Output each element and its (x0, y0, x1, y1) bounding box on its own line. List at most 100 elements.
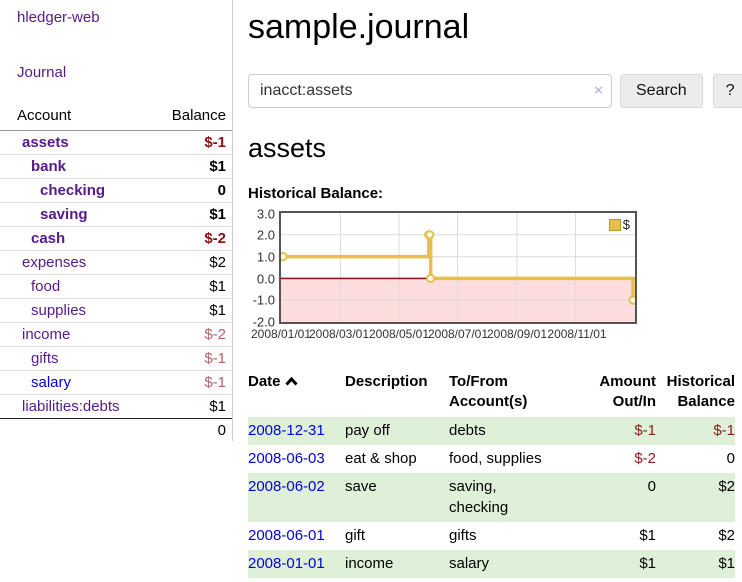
register-accounts: food, supplies (449, 445, 579, 473)
account-balance: $-2 (204, 230, 226, 247)
y-axis: 3.0 2.0 1.0 0.0 -1.0 -2.0 (248, 211, 275, 324)
account-link-food[interactable]: food (17, 278, 60, 295)
transaction-date-link[interactable]: 2008-06-02 (248, 478, 325, 495)
y-axis-label: 0.0 (257, 272, 275, 287)
x-axis-label: 2008/07/01 (428, 327, 488, 341)
account-balance: $-1 (204, 350, 226, 367)
register-header-balance: Historical Balance (656, 370, 735, 417)
account-link-checking[interactable]: checking (17, 182, 105, 199)
account-column-header: Account (17, 107, 71, 124)
transaction-date-link[interactable]: 2008-12-31 (248, 422, 325, 439)
account-link-cash[interactable]: cash (17, 230, 65, 247)
register-date: 2008-06-01 (248, 522, 345, 550)
sort-ascending-icon (285, 372, 298, 392)
account-row: salary $-1 (0, 371, 232, 395)
x-axis: 2008/01/01 2008/03/01 2008/05/01 2008/07… (279, 327, 637, 343)
register-row: 2008-06-02 save saving, checking 0 $2 (248, 473, 735, 522)
register-description: gift (345, 522, 449, 550)
register-description: pay off (345, 417, 449, 445)
register-row: 2008-06-01 gift gifts $1 $2 (248, 522, 735, 550)
account-row: cash $-2 (0, 227, 232, 251)
register-accounts: saving, checking (449, 473, 579, 522)
x-axis-label: 2008/03/01 (309, 327, 369, 341)
accounts-table-header: Account Balance (0, 103, 232, 131)
account-link-assets[interactable]: assets (17, 134, 69, 151)
page-title: sample.journal (248, 8, 735, 47)
chart-title: Historical Balance: (248, 185, 735, 202)
register-table: Date Description To/From Account(s) Amou… (248, 370, 735, 578)
account-balance: $-2 (204, 326, 226, 343)
register-row: 2008-06-03 eat & shop food, supplies $-2… (248, 445, 735, 473)
account-balance: $-1 (204, 374, 226, 391)
y-axis-label: 2.0 (257, 228, 275, 243)
account-page-title: assets (248, 133, 735, 164)
register-balance: $2 (656, 522, 735, 550)
balance-chart: 3.0 2.0 1.0 0.0 -1.0 -2.0 $ 2008/01/01 2… (248, 211, 735, 351)
legend-label: $ (623, 217, 630, 232)
main-content: sample.journal × Search ? assets Histori… (248, 0, 735, 578)
register-description: eat & shop (345, 445, 449, 473)
account-link-income[interactable]: income (17, 326, 70, 343)
transaction-date-link[interactable]: 2008-06-01 (248, 527, 325, 544)
register-date: 2008-12-31 (248, 417, 345, 445)
account-link-liabilities-debts[interactable]: liabilities:debts (17, 398, 120, 415)
accounts-total: 0 (0, 419, 232, 439)
account-link-salary[interactable]: salary (17, 374, 71, 391)
account-link-saving[interactable]: saving (17, 206, 88, 223)
chart-legend: $ (607, 216, 632, 233)
account-balance: $2 (209, 254, 226, 271)
search-form: × Search ? (248, 74, 735, 108)
register-amount: $1 (579, 522, 656, 550)
search-button[interactable]: Search (620, 74, 703, 108)
account-link-expenses[interactable]: expenses (17, 254, 86, 271)
register-header-date[interactable]: Date (248, 370, 345, 417)
register-amount: $1 (579, 550, 656, 578)
help-button[interactable]: ? (713, 74, 742, 108)
account-balance: $1 (209, 278, 226, 295)
chart-plot: $ (279, 211, 637, 324)
x-axis-label: 2008/05/01 (369, 327, 429, 341)
transaction-date-link[interactable]: 2008-01-01 (248, 555, 325, 572)
sidebar: hledger-web Journal Account Balance asse… (0, 0, 233, 441)
register-balance: $1 (656, 550, 735, 578)
register-accounts: gifts (449, 522, 579, 550)
account-balance: $1 (209, 206, 226, 223)
account-row: supplies $1 (0, 299, 232, 323)
account-balance: $1 (209, 158, 226, 175)
register-amount: $-1 (579, 417, 656, 445)
register-date: 2008-01-01 (248, 550, 345, 578)
app-title-link[interactable]: hledger-web (17, 9, 232, 26)
account-row: bank $1 (0, 155, 232, 179)
account-link-gifts[interactable]: gifts (17, 350, 59, 367)
register-header-row: Date Description To/From Account(s) Amou… (248, 370, 735, 417)
clear-search-icon[interactable]: × (594, 82, 603, 99)
account-row: food $1 (0, 275, 232, 299)
account-row: income $-2 (0, 323, 232, 347)
register-row: 2008-01-01 income salary $1 $1 (248, 550, 735, 578)
legend-swatch-icon (609, 219, 621, 231)
y-axis-label: -1.0 (253, 293, 275, 308)
search-input[interactable] (248, 74, 612, 108)
y-axis-label: 1.0 (257, 250, 275, 265)
register-amount: 0 (579, 473, 656, 522)
account-balance: $-1 (204, 134, 226, 151)
accounts-table: Account Balance assets $-1 bank $1 check… (0, 103, 232, 439)
account-link-supplies[interactable]: supplies (17, 302, 86, 319)
balance-column-header: Balance (172, 107, 226, 124)
register-header-description: Description (345, 370, 449, 417)
account-row: assets $-1 (0, 131, 232, 155)
sidebar-item-journal[interactable]: Journal (17, 64, 232, 81)
account-balance: 0 (218, 182, 226, 199)
chart-canvas (281, 213, 635, 322)
account-row: gifts $-1 (0, 347, 232, 371)
transaction-date-link[interactable]: 2008-06-03 (248, 450, 325, 467)
register-date: 2008-06-03 (248, 445, 345, 473)
account-row: liabilities:debts $1 (0, 395, 232, 419)
register-date: 2008-06-02 (248, 473, 345, 522)
register-description: income (345, 550, 449, 578)
accounts-total-value: 0 (218, 422, 226, 439)
account-row: saving $1 (0, 203, 232, 227)
register-balance: $2 (656, 473, 735, 522)
account-link-bank[interactable]: bank (17, 158, 66, 175)
x-axis-label: 2008/11/01 (547, 327, 606, 341)
